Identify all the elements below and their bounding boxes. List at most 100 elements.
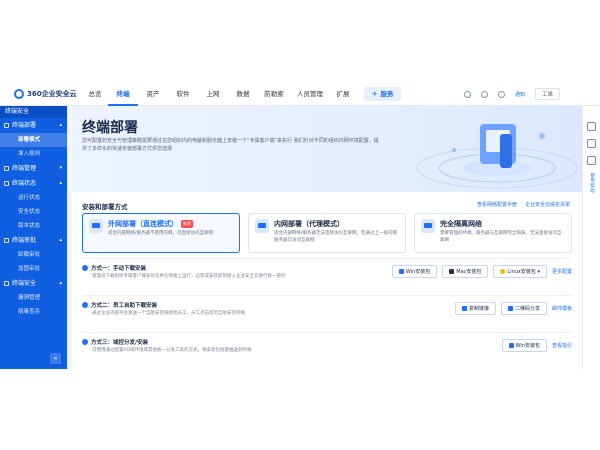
top-right-tools: 通知 工单 xyxy=(463,82,560,106)
logo-icon xyxy=(14,88,24,99)
button-label: 复制链接 xyxy=(468,306,489,312)
group-icon xyxy=(4,181,9,186)
sidebar-group-label: 终端审批 xyxy=(12,237,37,244)
nav-tab[interactable]: 终端 xyxy=(108,82,138,106)
method-extra-link[interactable]: 查看指引 xyxy=(552,342,572,349)
notice-link[interactable]: 通知 xyxy=(515,91,525,98)
sidebar-item[interactable]: 漏洞管理 xyxy=(0,291,67,305)
sidebar-item[interactable]: 安全状态 xyxy=(0,205,67,219)
group-icon xyxy=(4,123,9,128)
headset-icon[interactable] xyxy=(587,122,596,131)
qrcode-icon xyxy=(507,306,513,311)
sidebar-group[interactable]: 终端状态 ▴ xyxy=(0,176,67,191)
method-header: 方式二：员工自助下载安装 xyxy=(82,301,157,309)
nav-tab[interactable]: 上网 xyxy=(198,82,228,106)
help-icon[interactable] xyxy=(480,90,488,98)
ticket-button[interactable]: 工单 xyxy=(534,88,560,100)
method-extra-link[interactable]: 邮件模板 xyxy=(552,305,572,312)
sidebar-item[interactable]: 准入规则 xyxy=(0,147,67,161)
brand-name: 360企业安全云 xyxy=(27,89,77,98)
nav-tab[interactable]: 总览 xyxy=(82,82,108,106)
sidebar-item[interactable]: 加固审批 xyxy=(0,262,67,276)
method-header: 方式三：域控分发/安装 xyxy=(82,338,148,346)
deploy-mode-icon xyxy=(421,219,435,233)
deploy-mode-cards: 外网部署（直连模式） 推荐 适合内部网络/服务器不使用内网，可直接访问互联网 内网部署… xyxy=(82,213,572,253)
method-actions: Win安装包 Mac安装包 Linux安装包 ▾ 更多配置 xyxy=(391,265,572,278)
share-icon[interactable] xyxy=(587,156,596,165)
download-button[interactable]: 复制链接 xyxy=(454,302,496,315)
sidebar-list: 终端部署 ▴ 部署模式 准入规则终端管理 ▾ 终端状态 ▴ 运行状态 安全状态 版本状态终端审批 ▴… xyxy=(0,118,67,319)
network-manual-link[interactable]: 查看网络配置手册 xyxy=(477,201,517,208)
nav-tab[interactable]: 防勒索 xyxy=(258,82,290,106)
nav-tab[interactable]: 资产 xyxy=(138,82,168,106)
download-button[interactable]: 二维码分享 xyxy=(500,302,547,315)
sidebar-group[interactable]: 终端管理 ▾ xyxy=(0,161,67,176)
nav-tab[interactable]: 数据 xyxy=(228,82,258,106)
service-icon: ✈ xyxy=(372,89,378,98)
deploy-mode-card[interactable]: 完全隔离网络 需要管理的终端、服务器与互联网完全隔离，无法直接访问互联网 xyxy=(414,213,572,253)
deploy-mode-icon xyxy=(89,219,103,233)
right-rail: 使用帮助 xyxy=(582,106,600,369)
bell-icon[interactable] xyxy=(497,90,505,98)
screenshot-frame: 360企业安全云 总览 终端 资产 软件 上网 数据 防勒索 人员管理 扩展 ✈ 服务 通知 工… xyxy=(0,0,600,450)
nav-tab[interactable]: 人员管理 xyxy=(290,82,330,106)
brand-logo[interactable]: 360企业安全云 xyxy=(0,88,82,99)
collapse-sidebar-icon[interactable]: « xyxy=(50,353,61,364)
download-button[interactable]: Mac安装包 xyxy=(442,265,489,278)
method-header: 方式一：手动下载安装 xyxy=(82,264,146,272)
nav-tab[interactable]: 扩展 xyxy=(330,82,356,106)
main-nav: 总览 终端 资产 软件 上网 数据 防勒索 人员管理 扩展 xyxy=(82,82,356,106)
domain-list-link[interactable]: 企业安全云域名清单 xyxy=(525,201,570,208)
linux-icon xyxy=(500,269,506,274)
sidebar: 终端安全 终端部署 ▴ 部署模式 准入规则终端管理 ▾ 终端状态 ▴ 运行状态 安全状态 版本状态… xyxy=(0,106,67,369)
sidebar-item[interactable]: 运行状态 xyxy=(0,191,67,205)
deploy-mode-card[interactable]: 外网部署（直连模式） 推荐 适合内部网络/服务器不使用内网，可直接访问互联网 xyxy=(82,213,240,253)
deploy-mode-card[interactable]: 内网部署（代理模式） 适合内部网络/服务器无法直接访问互联网，但通过上一级内网服务… xyxy=(248,213,406,253)
card-title-row: 完全隔离网络 xyxy=(440,219,565,229)
method-name: 方式一：手动下载安装 xyxy=(91,266,147,272)
card-body: 完全隔离网络 需要管理的终端、服务器与互联网完全隔离，无法直接访问互联网 xyxy=(440,219,565,247)
edit-icon[interactable] xyxy=(587,139,596,148)
caret-icon: ▾ xyxy=(59,165,62,171)
method-bullet-icon xyxy=(82,339,88,345)
sidebar-item[interactable]: 版本状态 xyxy=(0,219,67,233)
method-bullet-icon xyxy=(82,302,88,308)
card-title: 完全隔离网络 xyxy=(440,220,482,228)
sidebar-group-label: 终端管理 xyxy=(12,165,37,172)
sidebar-group-label: 终端部署 xyxy=(12,122,37,129)
download-button[interactable]: Win安装包 xyxy=(501,339,547,352)
caret-icon: ▴ xyxy=(59,237,62,243)
download-button[interactable]: Linux安装包 ▾ xyxy=(493,265,547,278)
deploy-mode-icon xyxy=(255,219,269,233)
help-usage-label[interactable]: 使用帮助 xyxy=(589,173,595,193)
sidebar-group[interactable]: 终端安全 ▴ xyxy=(0,276,67,291)
section-links: 查看网络配置手册 企业安全云域名清单 xyxy=(477,201,570,208)
sidebar-group[interactable]: 终端部署 ▴ xyxy=(0,118,67,133)
method-description: 通过企业内部平台发送一个自助安装链接给员工，员工点击后可自助安装终端 xyxy=(92,311,245,316)
sidebar-item[interactable]: 部署模式 xyxy=(0,133,67,147)
link-icon xyxy=(461,306,467,311)
button-label: Win安装包 xyxy=(405,269,431,275)
deploy-section-title: 安装和部署方式 xyxy=(82,203,128,211)
hero-banner: 终端部署 您可配置的安全与管理策略需要通过在您组织内的电脑和服务器上安装一个“专… xyxy=(72,106,582,192)
sidebar-group[interactable]: 终端审批 ▴ xyxy=(0,233,67,248)
card-title-row: 外网部署（直连模式） 推荐 xyxy=(108,219,213,229)
method-extra-link[interactable]: 更多配置 xyxy=(552,268,572,275)
group-icon xyxy=(4,166,9,171)
card-description: 适合内部网络/服务器无法直接访问互联网，但通过上一级内网服务器可访问互联网 xyxy=(274,231,398,243)
search-icon[interactable] xyxy=(463,90,471,98)
method-name: 方式二：员工自助下载安装 xyxy=(91,303,158,309)
windows-icon xyxy=(508,343,514,348)
caret-icon: ▴ xyxy=(59,122,62,128)
apple-icon xyxy=(449,269,455,274)
sidebar-header: 终端安全 xyxy=(0,106,67,118)
sidebar-item[interactable]: 病毒查杀 xyxy=(0,305,67,319)
service-button[interactable]: ✈ 服务 xyxy=(364,86,402,101)
download-button[interactable]: Win安装包 xyxy=(391,265,438,278)
button-label: Mac安装包 xyxy=(456,269,482,275)
method-name: 方式三：域控分发/安装 xyxy=(91,340,149,346)
windows-icon xyxy=(398,269,404,274)
sidebar-item[interactable]: 卸载审批 xyxy=(0,248,67,262)
nav-tab[interactable]: 软件 xyxy=(168,82,198,106)
recommended-badge: 推荐 xyxy=(181,220,193,228)
